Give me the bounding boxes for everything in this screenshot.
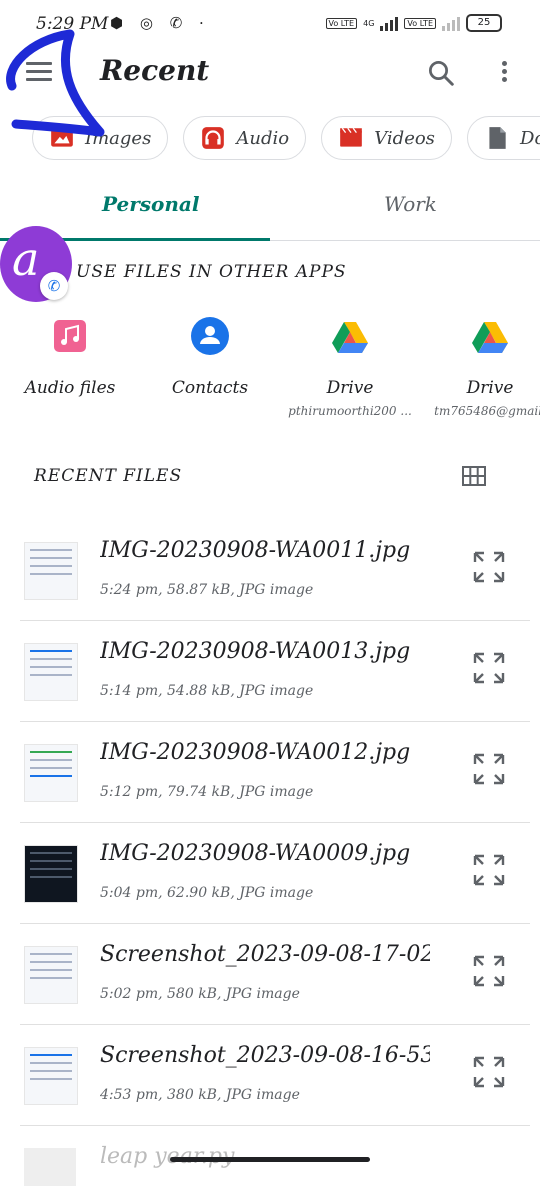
status-time: 5:29 PM (36, 14, 109, 34)
app-name: Drive (466, 378, 514, 398)
file-row[interactable]: IMG-20230908-WA0009.jpg 5:04 pm, 62.90 k… (20, 823, 530, 924)
file-meta: 5:12 pm, 79.74 kB, JPG image (100, 784, 314, 800)
file-row[interactable]: Screenshot_2023-09-08-16-53-21-... 4:53 … (20, 1025, 530, 1126)
network-type: 4G (363, 18, 375, 28)
file-meta: 4:53 pm, 380 kB, JPG image (100, 1087, 300, 1103)
chip-label: Images (85, 127, 152, 149)
filter-chips: Images Audio Videos Documents (32, 116, 540, 164)
file-meta: 5:24 pm, 58.87 kB, JPG image (100, 582, 314, 598)
file-row[interactable]: Screenshot_2023-09-08-17-02-43-... 5:02 … (20, 924, 530, 1025)
chip-label: Videos (374, 127, 435, 149)
file-name: IMG-20230908-WA0012.jpg (100, 740, 411, 765)
bubble-letter: a (12, 232, 40, 286)
tab-work[interactable]: Work (384, 192, 437, 216)
tab-bar: Personal Work (0, 178, 540, 241)
app-audio-files[interactable]: Audio files (0, 316, 140, 398)
recent-files-list: IMG-20230908-WA0011.jpg 5:24 pm, 58.87 k… (0, 520, 540, 1186)
file-name: Screenshot_2023-09-08-16-53-21-... (100, 1043, 430, 1068)
file-thumbnail (24, 946, 78, 1004)
app-bar: Recent (0, 46, 540, 104)
hamburger-menu-icon[interactable] (26, 62, 52, 84)
google-drive-icon (472, 322, 508, 353)
file-meta: 5:14 pm, 54.88 kB, JPG image (100, 683, 314, 699)
expand-icon[interactable] (472, 1055, 506, 1089)
status-right-group: Vo LTE 4G Vo LTE 25 (325, 14, 502, 32)
app-account: tm765486@gmail. (434, 404, 540, 418)
chip-videos[interactable]: Videos (321, 116, 452, 160)
file-row[interactable]: IMG-20230908-WA0011.jpg 5:24 pm, 58.87 k… (20, 520, 530, 621)
file-thumbnail (24, 542, 78, 600)
file-row[interactable]: IMG-20230908-WA0013.jpg 5:14 pm, 54.88 k… (20, 621, 530, 722)
app-account: pthirumoorthi200 ... (288, 404, 412, 418)
file-thumbnail (24, 1047, 78, 1105)
status-bar: 5:29 PM ⬢ ◎ ✆ · Vo LTE 4G Vo LTE 25 (0, 0, 540, 46)
expand-icon[interactable] (472, 752, 506, 786)
document-icon (489, 127, 506, 149)
file-meta: 5:04 pm, 62.90 kB, JPG image (100, 885, 314, 901)
file-row[interactable]: IMG-20230908-WA0012.jpg 5:12 pm, 79.74 k… (20, 722, 530, 823)
more-vert-icon[interactable] (498, 58, 510, 88)
file-thumbnail (24, 643, 78, 701)
section-header-recent-files: RECENT FILES (34, 466, 183, 486)
chip-audio[interactable]: Audio (183, 116, 307, 160)
section-header-use-files: USE FILES IN OTHER APPS (76, 262, 347, 282)
file-thumbnail (24, 845, 78, 903)
headphones-icon (202, 127, 225, 149)
file-name: IMG-20230908-WA0013.jpg (100, 639, 411, 664)
expand-icon[interactable] (472, 853, 506, 887)
chip-label: Documents (520, 127, 540, 149)
signal-icon-2 (442, 15, 460, 31)
tab-personal[interactable]: Personal (102, 192, 199, 216)
video-icon (340, 127, 363, 147)
file-row[interactable]: leap year.py (20, 1126, 530, 1186)
volte-badge-1: Vo LTE (325, 17, 358, 29)
app-drive-1[interactable]: Drive pthirumoorthi200 ... (280, 316, 420, 418)
page-title: Recent (100, 54, 210, 87)
chip-documents[interactable]: Documents (467, 116, 540, 160)
app-name: Audio files (24, 378, 116, 398)
status-notification-icons: ⬢ ◎ ✆ · (110, 14, 210, 32)
file-thumbnail (24, 744, 78, 802)
chip-images[interactable]: Images (32, 116, 169, 160)
volte-badge-2: Vo LTE (404, 17, 436, 29)
expand-icon[interactable] (472, 954, 506, 988)
app-name: Drive (326, 378, 374, 398)
file-name: Screenshot_2023-09-08-17-02-43-... (100, 942, 430, 967)
phone-icon: ✆ (40, 272, 68, 300)
image-icon (51, 129, 73, 147)
expand-icon[interactable] (472, 651, 506, 685)
expand-icon[interactable] (472, 550, 506, 584)
file-name: IMG-20230908-WA0009.jpg (100, 841, 411, 866)
music-note-icon (54, 320, 86, 352)
search-icon[interactable] (426, 58, 456, 88)
signal-icon-1 (380, 15, 399, 31)
app-contacts[interactable]: Contacts (140, 316, 280, 398)
floating-bubble[interactable]: a ✆ (0, 226, 72, 302)
chip-label: Audio (236, 127, 290, 149)
apps-row: Audio files Contacts Drive pthirumoorthi… (0, 316, 540, 436)
file-name: IMG-20230908-WA0011.jpg (100, 538, 411, 563)
contacts-icon (191, 317, 229, 355)
app-name: Contacts (171, 378, 249, 398)
home-indicator[interactable] (170, 1157, 370, 1162)
google-drive-icon (332, 322, 368, 353)
grid-view-icon[interactable] (462, 466, 486, 486)
battery-icon: 25 (466, 14, 502, 32)
app-drive-2[interactable]: Drive tm765486@gmail. (420, 316, 540, 418)
file-meta: 5:02 pm, 580 kB, JPG image (100, 986, 300, 1002)
file-thumbnail (24, 1148, 76, 1186)
